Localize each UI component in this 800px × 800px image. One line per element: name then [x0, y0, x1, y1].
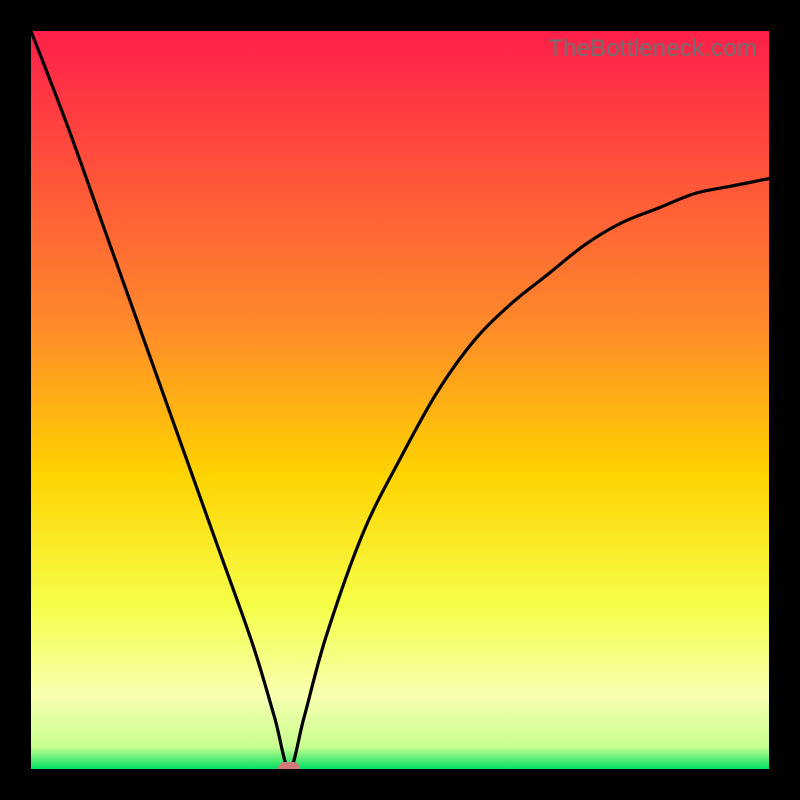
watermark-text: TheBottleneck.com	[548, 35, 757, 63]
plot-frame: TheBottleneck.com	[31, 31, 769, 769]
gradient-background	[31, 31, 769, 769]
optimal-point-marker	[278, 762, 300, 769]
